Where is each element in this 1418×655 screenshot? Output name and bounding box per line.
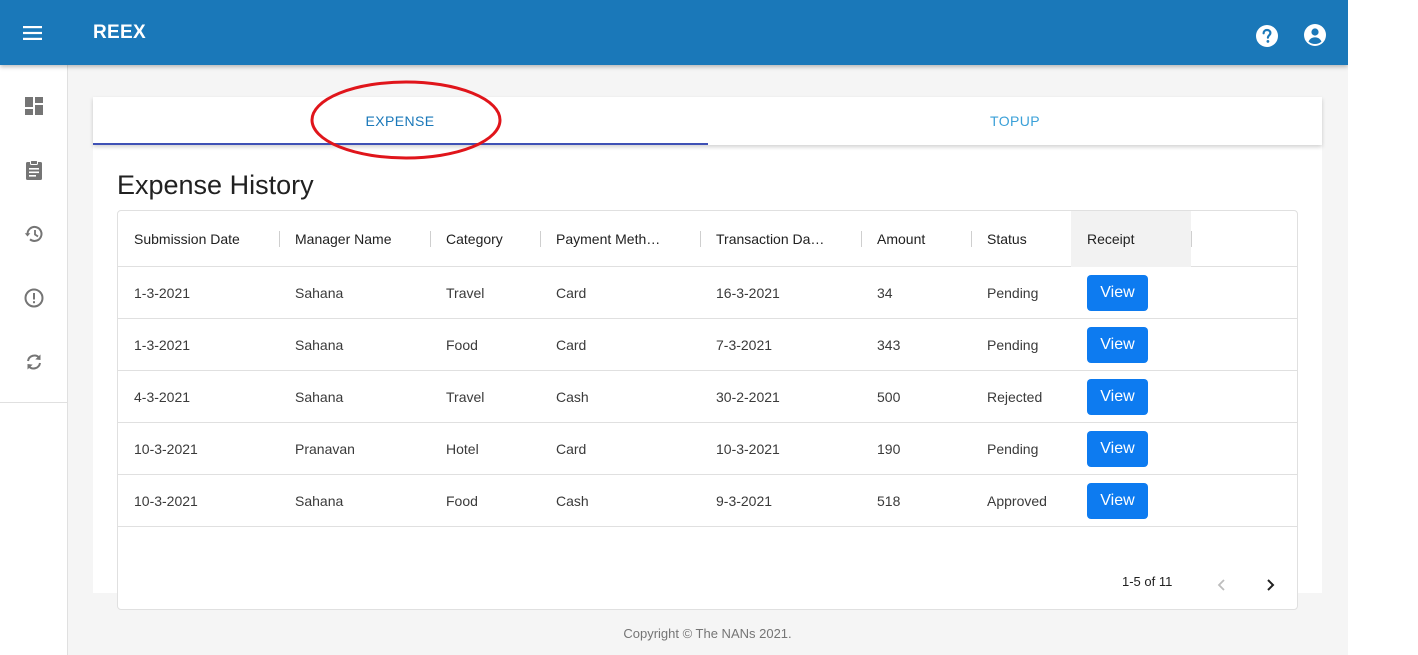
column-header-status[interactable]: Status <box>971 211 1071 267</box>
sidebar <box>0 65 68 655</box>
previous-page-button[interactable] <box>1209 572 1235 598</box>
table-row[interactable]: 1-3-2021 Sahana Food Card 7-3-2021 343 P… <box>118 319 1297 371</box>
view-receipt-button[interactable]: View <box>1087 431 1148 467</box>
cell-transaction-date: 16-3-2021 <box>716 285 780 301</box>
cell-transaction-date: 7-3-2021 <box>716 337 773 353</box>
page-title: Expense History <box>117 170 314 200</box>
view-receipt-button[interactable]: View <box>1087 483 1148 519</box>
cell-submission-date: 4-3-2021 <box>134 389 191 405</box>
cell-category: Food <box>446 337 478 353</box>
pagination-count: 1-5 of 11 <box>1122 574 1173 589</box>
table-row[interactable]: 1-3-2021 Sahana Travel Card 16-3-2021 34… <box>118 267 1297 319</box>
cell-manager-name: Sahana <box>295 337 344 353</box>
footer: Copyright © The NANs 2021. <box>0 626 1348 641</box>
cell-amount: 343 <box>877 337 901 353</box>
help-icon <box>1256 25 1278 47</box>
error-outline-icon <box>24 288 44 308</box>
menu-button[interactable] <box>18 18 48 48</box>
cell-payment-method: Card <box>556 285 587 301</box>
pagination: 1-5 of 11 <box>117 560 1298 604</box>
column-header-payment-method[interactable]: Payment Meth… <box>540 211 700 267</box>
tab-bar: EXPENSE TOPUP <box>93 97 1322 145</box>
cell-status: Pending <box>987 285 1039 301</box>
column-header-amount[interactable]: Amount <box>861 211 971 267</box>
table-header: Submission Date Manager Name Category Pa… <box>118 211 1297 267</box>
cell-payment-method: Card <box>556 337 587 353</box>
cell-payment-method: Cash <box>556 389 589 405</box>
history-icon <box>24 225 43 242</box>
dashboard-icon <box>25 97 43 115</box>
cell-status: Approved <box>987 493 1047 509</box>
menu-icon <box>23 26 42 40</box>
column-header-receipt[interactable]: Receipt <box>1071 211 1191 267</box>
column-header-transaction-date[interactable]: Transaction Da… <box>700 211 861 267</box>
account-button[interactable] <box>1302 22 1328 48</box>
sidebar-item-sync[interactable] <box>20 348 48 376</box>
sidebar-item-assignment[interactable] <box>20 156 48 184</box>
cell-amount: 518 <box>877 493 901 509</box>
cell-submission-date: 1-3-2021 <box>134 337 191 353</box>
cell-category: Food <box>446 493 478 509</box>
view-receipt-button[interactable]: View <box>1087 327 1148 363</box>
cell-submission-date: 10-3-2021 <box>134 441 198 457</box>
table-row[interactable]: 10-3-2021 Sahana Food Cash 9-3-2021 518 … <box>118 475 1297 527</box>
app-bar: REEX <box>0 0 1348 65</box>
cell-category: Travel <box>446 389 485 405</box>
cell-amount: 500 <box>877 389 901 405</box>
help-button[interactable] <box>1254 23 1280 49</box>
view-receipt-button[interactable]: View <box>1087 275 1148 311</box>
cell-transaction-date: 10-3-2021 <box>716 441 780 457</box>
column-header-category[interactable]: Category <box>430 211 540 267</box>
tab-indicator <box>93 143 708 145</box>
cell-transaction-date: 30-2-2021 <box>716 389 780 405</box>
sidebar-divider <box>0 402 68 403</box>
cell-transaction-date: 9-3-2021 <box>716 493 773 509</box>
app-frame: REEX EXPENSE TOPUP Expense History Submi… <box>0 0 1348 655</box>
table-row[interactable]: 10-3-2021 Pranavan Hotel Card 10-3-2021 … <box>118 423 1297 475</box>
blank-margin <box>1348 0 1418 655</box>
cell-payment-method: Card <box>556 441 587 457</box>
sidebar-item-dashboard[interactable] <box>20 92 48 120</box>
expense-table: Submission Date Manager Name Category Pa… <box>117 210 1298 610</box>
app-title: REEX <box>93 22 146 43</box>
cell-status: Pending <box>987 441 1039 457</box>
sidebar-item-history[interactable] <box>20 220 48 248</box>
sync-icon <box>27 354 41 370</box>
cell-manager-name: Sahana <box>295 493 344 509</box>
cell-amount: 34 <box>877 285 893 301</box>
cell-category: Travel <box>446 285 485 301</box>
cell-manager-name: Sahana <box>295 285 344 301</box>
table-row[interactable]: 4-3-2021 Sahana Travel Cash 30-2-2021 50… <box>118 371 1297 423</box>
cell-status: Rejected <box>987 389 1043 405</box>
cell-manager-name: Sahana <box>295 389 344 405</box>
sidebar-item-alerts[interactable] <box>20 284 48 312</box>
cell-category: Hotel <box>446 441 479 457</box>
cell-amount: 190 <box>877 441 901 457</box>
cell-manager-name: Pranavan <box>295 441 355 457</box>
tab-expense[interactable]: EXPENSE <box>93 97 707 145</box>
column-header-submission-date[interactable]: Submission Date <box>118 211 279 267</box>
account-circle-icon <box>1304 24 1326 46</box>
tab-topup[interactable]: TOPUP <box>708 97 1322 145</box>
column-separator[interactable] <box>1191 231 1192 247</box>
assignment-icon <box>26 160 42 180</box>
next-page-button[interactable] <box>1257 572 1283 598</box>
column-header-manager-name[interactable]: Manager Name <box>279 211 430 267</box>
cell-submission-date: 1-3-2021 <box>134 285 191 301</box>
view-receipt-button[interactable]: View <box>1087 379 1148 415</box>
chevron-right-icon <box>1267 579 1275 591</box>
cell-submission-date: 10-3-2021 <box>134 493 198 509</box>
cell-status: Pending <box>987 337 1039 353</box>
cell-payment-method: Cash <box>556 493 589 509</box>
copyright-text: Copyright © The NANs 2021. <box>623 626 792 641</box>
chevron-left-icon <box>1217 579 1225 591</box>
